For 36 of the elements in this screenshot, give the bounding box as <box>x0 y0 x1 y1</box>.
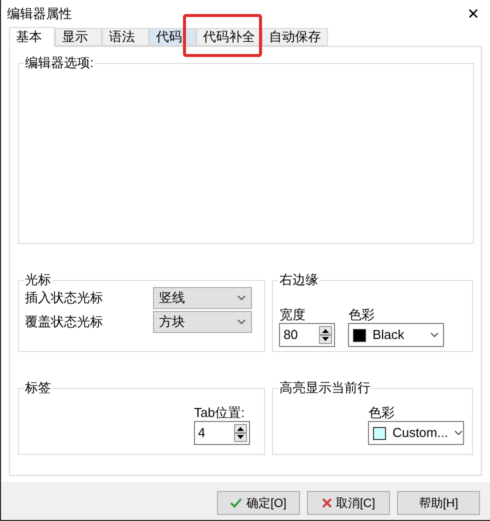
tab[interactable]: 自动保存 <box>262 28 328 46</box>
tab[interactable]: 显示 <box>55 28 102 46</box>
chevron-icon <box>430 332 440 338</box>
tab[interactable]: 语法 <box>102 28 149 46</box>
close-icon <box>322 498 332 508</box>
color-dropdown[interactable]: Black <box>348 323 444 347</box>
checkmark-icon <box>230 498 242 508</box>
spin-arrows-icon[interactable] <box>234 424 247 442</box>
field-label: 覆盖状态光标 <box>25 313 103 332</box>
close-button[interactable]: ✕ <box>467 6 480 22</box>
field-label: Tab位置: <box>194 405 245 421</box>
chevron-icon <box>237 295 246 301</box>
dialog-button[interactable]: 帮助[H] <box>397 491 480 515</box>
tab[interactable]: 代码补全 <box>196 28 262 46</box>
group-title: 高亮显示当前行 <box>278 380 372 396</box>
group-title: 右边缘 <box>278 272 320 288</box>
dropdown[interactable]: 竖线 <box>153 287 252 309</box>
color-dropdown[interactable]: Custom... <box>368 421 464 445</box>
number-spinner[interactable]: 4 <box>194 421 250 445</box>
dialog-button[interactable]: 确定[O] <box>217 491 300 515</box>
group-title: 标签 <box>24 380 52 396</box>
number-spinner[interactable]: 80 <box>279 323 336 347</box>
field-label: 色彩 <box>348 307 376 323</box>
field-label: 插入状态光标 <box>25 289 103 308</box>
window-title: 编辑器属性 <box>7 5 72 24</box>
dialog-button[interactable]: 取消[C] <box>307 491 390 515</box>
tab[interactable]: 代码 <box>149 28 196 46</box>
tab[interactable]: 基本 <box>9 27 55 47</box>
group-title: 编辑器选项: <box>24 55 95 71</box>
dropdown[interactable]: 方块 <box>153 311 252 333</box>
chevron-icon <box>237 319 246 325</box>
group-title: 光标 <box>24 272 52 288</box>
field-label: 宽度 <box>279 307 306 323</box>
field-label: 色彩 <box>368 405 394 421</box>
chevron-icon <box>454 430 464 436</box>
spin-arrows-icon[interactable] <box>319 326 332 344</box>
